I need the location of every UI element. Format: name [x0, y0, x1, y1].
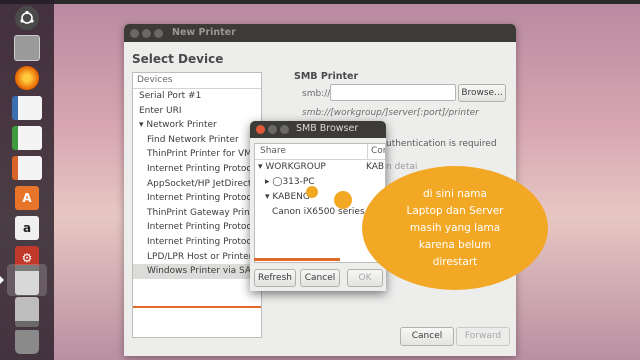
highlight-dot — [306, 186, 318, 198]
firefox-icon[interactable] — [7, 62, 47, 94]
close-icon[interactable] — [256, 125, 265, 134]
software-center-icon[interactable]: A — [7, 182, 47, 214]
smb-browser-dialog: SMB Browser Share Comr ▾ WORKGROUP KABE ▸ … — [250, 121, 386, 291]
impress-icon[interactable] — [7, 152, 47, 184]
devices-header: Devices — [133, 73, 261, 89]
tree-row-label: Canon iX6500 series — [272, 207, 365, 217]
list-item[interactable]: ThinPrint Gateway Printer — [133, 206, 261, 221]
highlight-dot — [334, 191, 352, 209]
auth-details-text: n detai — [386, 162, 418, 172]
page-title: Select Device — [132, 52, 224, 66]
list-item[interactable]: Internet Printing Protoco — [133, 235, 261, 250]
dialog-title: New Printer — [172, 27, 236, 38]
list-item[interactable]: AppSocket/HP JetDirect — [133, 177, 261, 192]
smb-browser-title: SMB Browser — [296, 123, 359, 134]
printer-icon[interactable] — [7, 264, 47, 296]
maximize-icon[interactable] — [280, 125, 289, 134]
list-item[interactable]: LPD/LPR Host or Printer — [133, 250, 261, 265]
smb-prefix-label: smb:// — [302, 89, 331, 99]
list-item[interactable]: ThinPrint Printer for VMw — [133, 147, 261, 162]
list-item[interactable]: Enter URI — [133, 104, 261, 119]
calc-icon[interactable] — [7, 122, 47, 154]
tree-row[interactable]: ▾ KABENG — [255, 190, 385, 205]
writer-icon[interactable] — [7, 92, 47, 124]
trash-icon[interactable] — [7, 326, 47, 358]
maximize-icon[interactable] — [154, 29, 163, 38]
drive-icon[interactable] — [7, 296, 47, 328]
callout-text: di sini nama Laptop dan Server masih yan… — [406, 187, 504, 268]
cancel-button[interactable]: Cancel — [300, 269, 340, 287]
list-item[interactable]: ▾ Network Printer — [133, 118, 261, 133]
top-panel — [0, 0, 640, 4]
auth-required-text: uthentication is required — [386, 139, 497, 149]
devices-list[interactable]: Devices Serial Port #1 Enter URI ▾ Network… — [132, 72, 262, 338]
smb-printer-label: SMB Printer — [294, 71, 359, 82]
refresh-button[interactable]: Refresh — [254, 269, 296, 287]
comment-column-header[interactable]: Comr — [367, 144, 385, 159]
list-item[interactable]: Internet Printing Protoco — [133, 191, 261, 206]
amazon-icon[interactable]: a — [7, 212, 47, 244]
close-icon[interactable] — [130, 29, 139, 38]
browse-button[interactable]: Browse... — [458, 84, 506, 102]
scrollbar[interactable] — [133, 306, 261, 308]
list-item[interactable]: Find Network Printer — [133, 133, 261, 148]
dialog-titlebar: New Printer — [124, 24, 516, 42]
tree-row[interactable]: ▾ WORKGROUP KABE — [255, 160, 385, 175]
smb-hint-text: smb://[workgroup/]server[:port]/printer — [302, 108, 479, 118]
minimize-icon[interactable] — [142, 29, 151, 38]
files-icon[interactable] — [7, 32, 47, 64]
share-tree-header: Share Comr — [255, 144, 385, 160]
cancel-button[interactable]: Cancel — [400, 327, 454, 346]
list-item[interactable]: Windows Printer via SAM — [133, 264, 261, 279]
forward-button[interactable]: Forward — [456, 327, 510, 346]
list-item[interactable]: Internet Printing Protoco — [133, 162, 261, 177]
scrollbar[interactable] — [254, 258, 340, 261]
active-indicator — [0, 276, 4, 284]
tree-row-label: ▾ WORKGROUP — [258, 162, 326, 172]
list-item[interactable]: Serial Port #1 — [133, 89, 261, 104]
ok-button[interactable]: OK — [347, 269, 383, 287]
tree-row-comment: KABE — [366, 162, 385, 172]
ubuntu-dash-icon[interactable] — [7, 2, 47, 34]
tree-row[interactable]: ▸ ◯313-PC — [255, 175, 385, 190]
annotation-callout: di sini nama Laptop dan Server masih yan… — [362, 166, 548, 290]
launcher: A a ⚙ — [0, 0, 54, 360]
tree-row-label: ▾ KABENG — [265, 192, 310, 202]
smb-browser-titlebar: SMB Browser — [250, 121, 386, 138]
share-column-header[interactable]: Share — [260, 144, 286, 159]
smb-uri-input[interactable] — [330, 84, 456, 101]
minimize-icon[interactable] — [268, 125, 277, 134]
list-item[interactable]: Internet Printing Protoco — [133, 220, 261, 235]
